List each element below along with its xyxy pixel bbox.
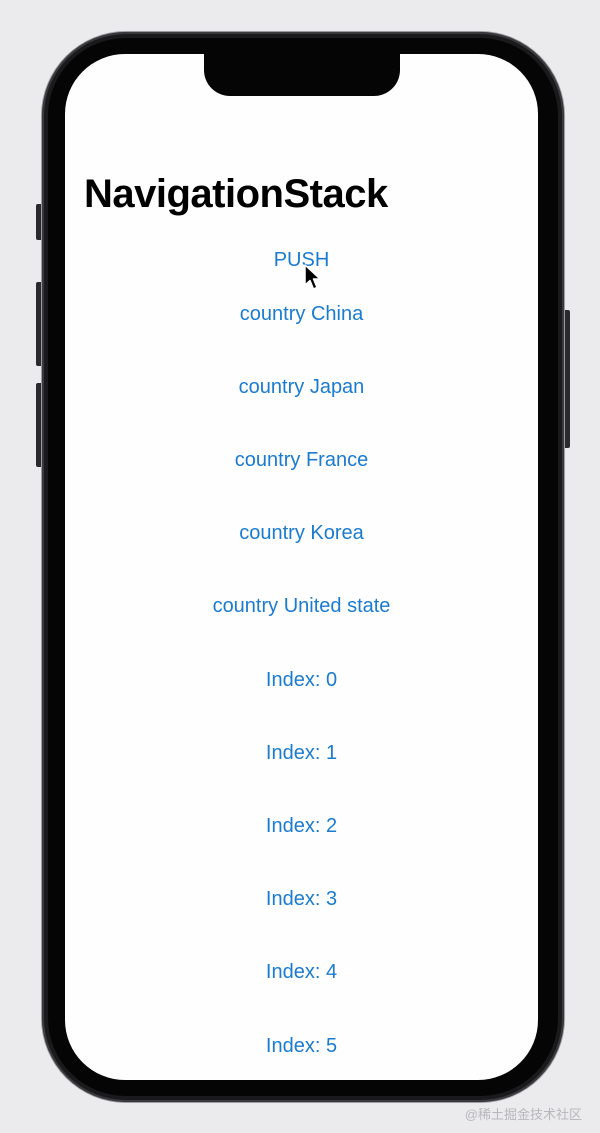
- page: NavigationStack PUSH country China count…: [0, 0, 600, 1133]
- link-index-2[interactable]: Index: 2: [65, 814, 538, 838]
- link-country-france[interactable]: country France: [65, 448, 538, 472]
- device-screen: NavigationStack PUSH country China count…: [65, 54, 538, 1080]
- link-country-china[interactable]: country China: [65, 302, 538, 326]
- notch: [204, 54, 400, 96]
- link-country-korea[interactable]: country Korea: [65, 521, 538, 545]
- link-index-5[interactable]: Index: 5: [65, 1034, 538, 1058]
- power-button: [563, 310, 570, 448]
- push-button[interactable]: PUSH: [65, 248, 538, 272]
- link-index-1[interactable]: Index: 1: [65, 741, 538, 765]
- mouse-cursor-icon: [304, 264, 321, 290]
- link-country-japan[interactable]: country Japan: [65, 375, 538, 399]
- link-index-3[interactable]: Index: 3: [65, 887, 538, 911]
- link-index-4[interactable]: Index: 4: [65, 960, 538, 984]
- link-country-united-state[interactable]: country United state: [65, 594, 538, 618]
- link-index-0[interactable]: Index: 0: [65, 668, 538, 692]
- watermark: @稀土掘金技术社区: [464, 1107, 582, 1122]
- navigation-title: NavigationStack: [84, 172, 388, 216]
